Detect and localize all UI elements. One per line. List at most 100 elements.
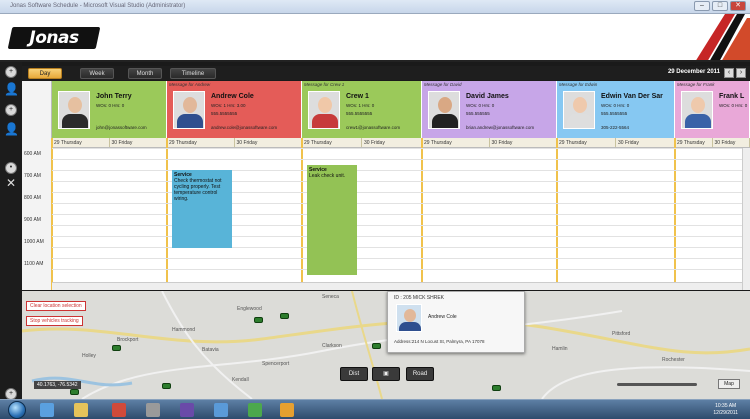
map-town-label: Seneca xyxy=(322,294,339,300)
technician-message: Message for Crew 1 xyxy=(304,82,345,87)
grid-line xyxy=(52,148,750,149)
visual-studio-icon[interactable] xyxy=(180,403,194,417)
app-icon[interactable] xyxy=(214,403,228,417)
settings-icon[interactable]: • xyxy=(5,162,17,174)
day-label: 29 Thursday xyxy=(52,138,110,147)
grid-line xyxy=(52,258,750,259)
vehicle-marker-icon[interactable] xyxy=(280,313,289,319)
map-town-label: Pittsford xyxy=(612,331,631,337)
vehicle-marker-icon[interactable] xyxy=(254,317,263,323)
technician-message: Message for Andrew xyxy=(169,82,211,87)
horizontal-scrollbar[interactable] xyxy=(52,282,742,290)
zoom-slider[interactable] xyxy=(617,383,697,386)
technician-header[interactable]: Message for Andrew Andrew Cole WOs: 1 Hrs:… xyxy=(167,81,302,138)
day-header-strip: 29 Thursday 30 Friday xyxy=(422,138,557,148)
technician-header[interactable]: Message for Crew 1 Crew 1 WOs: 1 Hrs: 0 555… xyxy=(302,81,422,138)
technician-name: Frank L xyxy=(719,93,745,100)
map-left-control[interactable]: Dist xyxy=(340,367,368,381)
map-town-label: Hamlin xyxy=(552,346,568,352)
day-label: 29 Thursday xyxy=(675,138,713,147)
brand-swoosh-graphic xyxy=(696,14,750,60)
day-label: 29 Thursday xyxy=(302,138,362,147)
technician-email: john@jonassoftware.com xyxy=(96,125,147,130)
person-icon[interactable]: 👤 xyxy=(4,82,19,96)
map-town-label: Spencerport xyxy=(262,361,290,367)
add-icon[interactable]: + xyxy=(5,104,17,116)
add-icon[interactable]: + xyxy=(5,66,17,78)
maximize-button[interactable]: □ xyxy=(712,1,728,11)
technician-header[interactable]: John Terry WOs: 0 Hrs: 0 john@jonassoftwar… xyxy=(52,81,167,138)
tab-day[interactable]: Day xyxy=(28,68,62,79)
stop-tracking-button[interactable]: Stop vehicles tracking xyxy=(26,316,83,326)
appointment-card[interactable]: Service Leak check unit. xyxy=(307,165,357,275)
folder-icon[interactable] xyxy=(74,403,88,417)
ie-icon[interactable] xyxy=(40,403,54,417)
view-tabs-bar: Day Week Month Timeline 29 December 2011… xyxy=(22,66,750,80)
day-header-strip: 29 Thursday 30 Friday xyxy=(675,138,750,148)
appointment-card[interactable]: Service Check thermostat not cycling pro… xyxy=(172,170,232,248)
technician-header[interactable]: Message for David David James WOs: 0 Hrs: … xyxy=(422,81,557,138)
vehicle-marker-icon[interactable] xyxy=(70,389,79,395)
map-right-control[interactable]: Road xyxy=(406,367,434,381)
vehicle-marker-icon[interactable] xyxy=(162,383,171,389)
tab-month[interactable]: Month xyxy=(128,68,162,79)
day-header-strip: 29 Thursday 30 Friday xyxy=(302,138,422,148)
technician-photo xyxy=(308,91,340,129)
technician-workorders: WOs: 0 Hrs: 0 xyxy=(601,103,630,108)
vertical-scrollbar[interactable] xyxy=(742,148,750,290)
minimize-button[interactable]: – xyxy=(694,1,710,11)
technician-photo xyxy=(173,91,205,129)
start-button[interactable] xyxy=(8,401,26,419)
day-header-strip: 29 Thursday 30 Friday xyxy=(167,138,302,148)
day-label: 30 Friday xyxy=(362,138,422,147)
map-pan-control-icon[interactable]: ▣ xyxy=(372,367,400,381)
map-town-label: Rochester xyxy=(662,357,685,363)
technician-email: brian.andrew@jonassoftware.com xyxy=(466,125,535,130)
appointment-text: Leak check unit. xyxy=(309,173,346,179)
day-label: 30 Friday xyxy=(713,138,750,147)
media-player-icon[interactable] xyxy=(112,403,126,417)
day-label: 29 Thursday xyxy=(557,138,616,147)
tab-week[interactable]: Week xyxy=(80,68,114,79)
close-button[interactable]: ✕ xyxy=(730,1,746,11)
map-zoom-button[interactable]: Map xyxy=(718,379,740,389)
technician-name: David James xyxy=(466,93,509,100)
app-icon[interactable] xyxy=(248,403,262,417)
map-town-label: Kendall xyxy=(232,377,249,383)
jonas-app-icon[interactable] xyxy=(280,403,294,417)
vehicle-marker-icon[interactable] xyxy=(492,385,501,391)
popup-avatar xyxy=(396,304,422,332)
technician-photo xyxy=(58,91,90,129)
technician-photo xyxy=(681,91,713,129)
vehicle-marker-icon[interactable] xyxy=(112,345,121,351)
tab-timeline[interactable]: Timeline xyxy=(170,68,216,79)
clock-date: 12/29/2011 xyxy=(713,410,738,416)
person-icon[interactable]: 👤 xyxy=(4,122,19,136)
technician-header[interactable]: Message for Frank Frank L WOs: 0 Hrs: 0 xyxy=(675,81,750,138)
vehicle-marker-icon[interactable] xyxy=(372,343,381,349)
system-clock[interactable]: 10:35 AM 12/29/2011 xyxy=(713,403,738,417)
popup-id: ID : 205 MICK SHREK xyxy=(394,295,445,301)
technician-name: Crew 1 xyxy=(346,93,369,100)
clear-location-button[interactable]: Clear location selection xyxy=(26,301,86,311)
technician-header[interactable]: Message for Edwin Edwin Van Der Sar WOs: 0… xyxy=(557,81,675,138)
day-label: 30 Friday xyxy=(490,138,557,147)
grid-line xyxy=(52,203,750,204)
day-label: 30 Friday xyxy=(235,138,302,147)
technician-name: Andrew Cole xyxy=(211,93,254,100)
grid-line xyxy=(52,170,750,171)
map-town-label: Batavia xyxy=(202,347,219,353)
prev-date-arrow-icon[interactable]: ‹ xyxy=(724,68,734,78)
map-panel[interactable]: Clear location selection Stop vehicles t… xyxy=(22,291,750,399)
appointment-text: Check thermostat not cycling properly. T… xyxy=(174,178,222,202)
day-label: 30 Friday xyxy=(110,138,167,147)
technician-location-popup[interactable]: ID : 205 MICK SHREK Andrew Cole Address:… xyxy=(387,291,525,353)
day-label: 29 Thursday xyxy=(167,138,235,147)
next-date-arrow-icon[interactable]: › xyxy=(736,68,746,78)
clock-time: 10:35 AM xyxy=(715,403,737,409)
grid-line xyxy=(52,181,750,182)
map-town-label: Englewood xyxy=(237,306,262,312)
schedule-grid: 600 AM 700 AM 800 AM 900 AM 1000 AM 1100… xyxy=(22,81,750,290)
tools-icon[interactable]: ✕ xyxy=(4,176,18,190)
app-icon[interactable] xyxy=(146,403,160,417)
